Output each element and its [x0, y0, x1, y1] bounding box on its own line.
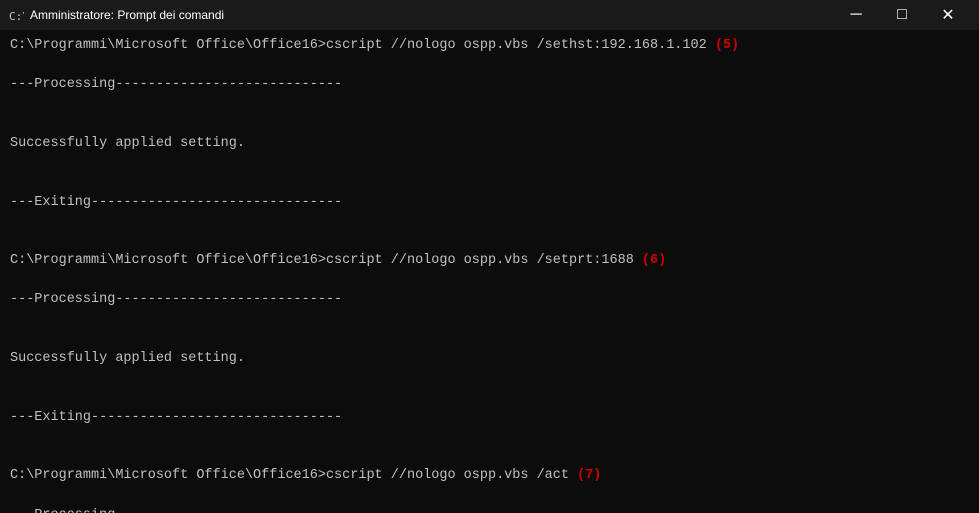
close-button[interactable]: ✕ [925, 0, 971, 30]
svg-text:C:\: C:\ [9, 10, 24, 23]
terminal-line: ---Exiting------------------------------… [10, 193, 969, 213]
terminal-body: C:\Programmi\Microsoft Office\Office16>c… [0, 30, 979, 513]
terminal-line: ---Processing---------------------------… [10, 506, 969, 513]
title-bar: C:\ Amministratore: Prompt dei comandi ─… [0, 0, 979, 30]
cmd-icon: C:\ [8, 7, 24, 23]
terminal-line: C:\Programmi\Microsoft Office\Office16>c… [10, 251, 969, 271]
terminal-line: Successfully applied setting. [10, 349, 969, 369]
terminal-line: C:\Programmi\Microsoft Office\Office16>c… [10, 36, 969, 56]
title-bar-controls: ─ □ ✕ [833, 0, 971, 30]
terminal-line: C:\Programmi\Microsoft Office\Office16>c… [10, 466, 969, 486]
title-bar-title: Amministratore: Prompt dei comandi [30, 8, 833, 22]
terminal-line: ---Processing---------------------------… [10, 290, 969, 310]
maximize-button[interactable]: □ [879, 0, 925, 30]
terminal-line: ---Exiting------------------------------… [10, 408, 969, 428]
terminal-line: ---Processing---------------------------… [10, 75, 969, 95]
minimize-button[interactable]: ─ [833, 0, 879, 30]
terminal-line: Successfully applied setting. [10, 134, 969, 154]
